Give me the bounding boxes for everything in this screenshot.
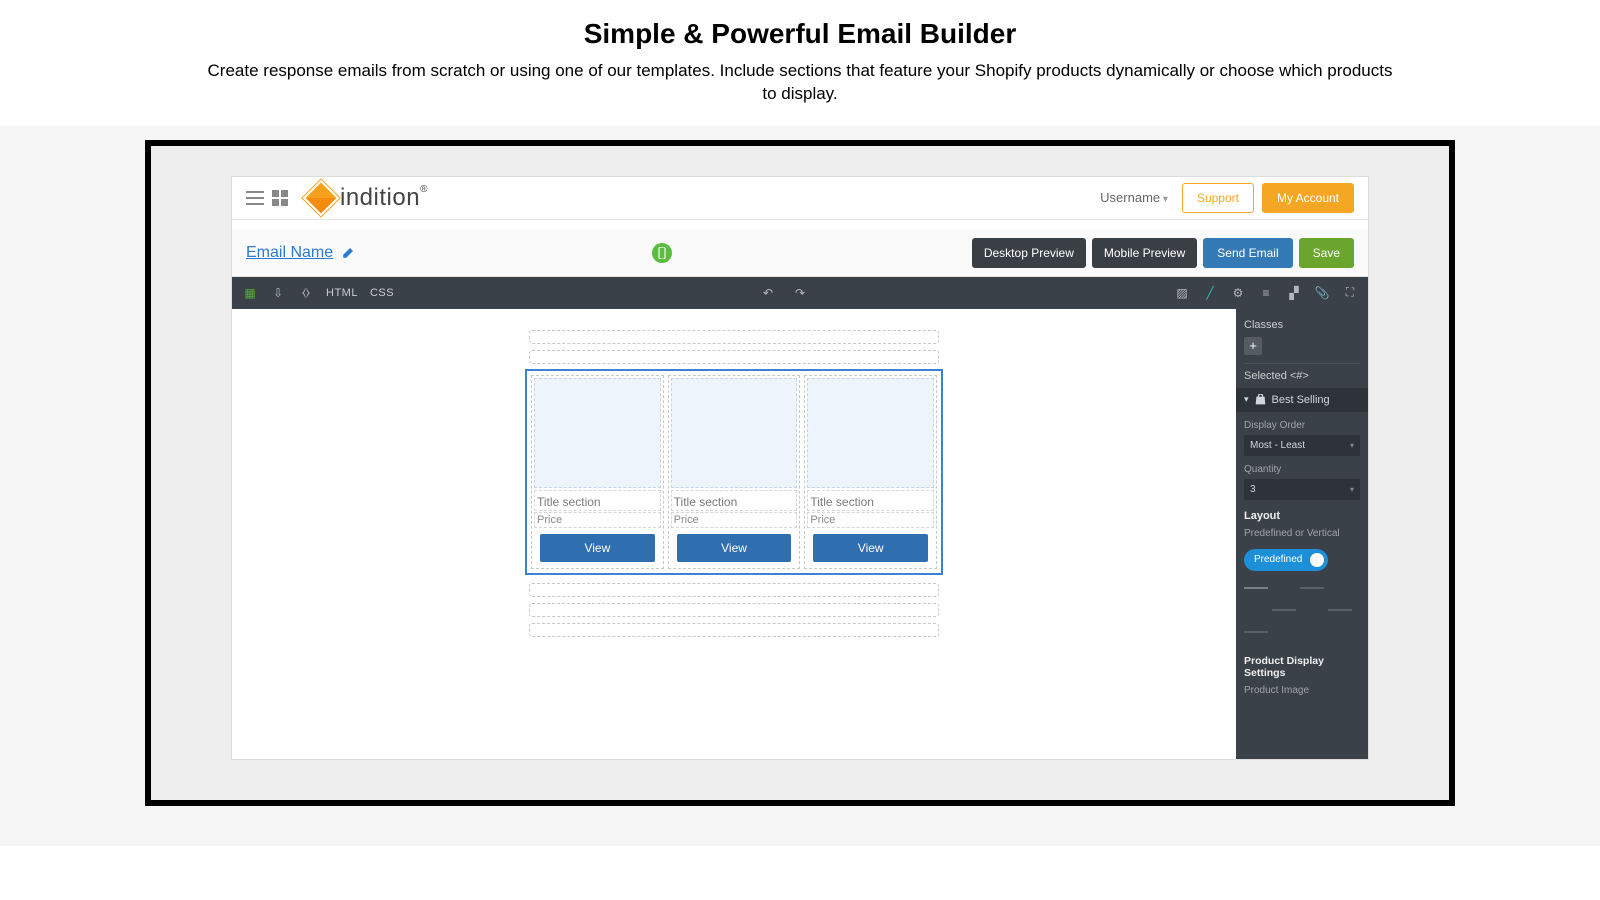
- email-name-text: Email Name: [246, 244, 333, 262]
- shopping-bag-icon: [1255, 394, 1266, 405]
- product-image-placeholder[interactable]: [671, 378, 798, 488]
- app-window: indition® Username Support My Account Em…: [231, 176, 1369, 760]
- grid-tool-icon[interactable]: ▦: [242, 285, 258, 301]
- layout-preset-option[interactable]: [1244, 581, 1268, 599]
- layout-preset-option[interactable]: [1300, 603, 1324, 621]
- placeholder-row[interactable]: [529, 350, 939, 364]
- best-selling-section-header[interactable]: Best Selling: [1236, 388, 1368, 412]
- product-image-placeholder[interactable]: [534, 378, 661, 488]
- product-display-settings-heading: Product Display Settings: [1244, 655, 1360, 679]
- workspace: Title section Price View Title section P…: [232, 309, 1368, 759]
- view-button[interactable]: View: [813, 534, 928, 562]
- topbar: indition® Username Support My Account: [232, 177, 1368, 220]
- view-button[interactable]: View: [540, 534, 655, 562]
- placeholder-row[interactable]: [529, 583, 939, 597]
- product-title[interactable]: Title section: [671, 490, 798, 511]
- product-price[interactable]: Price: [807, 512, 934, 528]
- product-price[interactable]: Price: [671, 512, 798, 528]
- redo-icon[interactable]: ↷: [792, 285, 808, 301]
- product-card[interactable]: Title section Price View: [531, 375, 664, 569]
- classes-label: Classes: [1244, 319, 1360, 331]
- mobile-status-icon[interactable]: [652, 243, 672, 263]
- product-card[interactable]: Title section Price View: [668, 375, 801, 569]
- blocks-icon[interactable]: ▞: [1286, 285, 1302, 301]
- placeholder-row[interactable]: [529, 623, 939, 637]
- quantity-label: Quantity: [1244, 464, 1360, 475]
- view-button[interactable]: View: [677, 534, 792, 562]
- apps-grid-icon[interactable]: [272, 190, 288, 206]
- html-tab[interactable]: HTML: [326, 287, 358, 299]
- layout-preset-option[interactable]: [1328, 581, 1352, 599]
- screenshot-frame: indition® Username Support My Account Em…: [145, 140, 1455, 806]
- toggle-knob: [1310, 553, 1324, 567]
- page-title: Simple & Powerful Email Builder: [40, 18, 1560, 50]
- product-title[interactable]: Title section: [534, 490, 661, 511]
- css-tab[interactable]: CSS: [370, 287, 394, 299]
- list-icon[interactable]: ≡: [1258, 285, 1274, 301]
- section-title: Best Selling: [1272, 394, 1330, 406]
- brush-icon[interactable]: ╱: [1202, 285, 1218, 301]
- attachment-icon[interactable]: 📎: [1314, 285, 1330, 301]
- edit-pencil-icon[interactable]: [341, 247, 353, 259]
- product-title[interactable]: Title section: [807, 490, 934, 511]
- search-code-icon[interactable]: ⧼⧽: [298, 285, 314, 301]
- save-button[interactable]: Save: [1299, 238, 1354, 268]
- brand-name: indition®: [340, 184, 428, 212]
- download-tool-icon[interactable]: ⇩: [270, 285, 286, 301]
- product-image-placeholder[interactable]: [807, 378, 934, 488]
- editor-toolbar: ▦ ⇩ ⧼⧽ HTML CSS ↶ ↷ ▨ ╱ ⚙ ≡ ▞ 📎 ⛶: [232, 277, 1368, 309]
- product-grid-block[interactable]: Title section Price View Title section P…: [525, 369, 943, 575]
- product-price[interactable]: Price: [534, 512, 661, 528]
- display-order-select[interactable]: Most - Least: [1244, 435, 1360, 456]
- product-card[interactable]: Title section Price View: [804, 375, 937, 569]
- my-account-button[interactable]: My Account: [1262, 183, 1354, 213]
- mobile-preview-button[interactable]: Mobile Preview: [1092, 238, 1197, 268]
- image-off-icon[interactable]: ▨: [1174, 285, 1190, 301]
- layout-preset-option[interactable]: [1328, 603, 1352, 621]
- add-class-button[interactable]: +: [1244, 337, 1262, 355]
- layout-preset-option[interactable]: [1272, 581, 1296, 599]
- layout-preset-option[interactable]: [1244, 625, 1268, 643]
- send-email-button[interactable]: Send Email: [1203, 238, 1292, 268]
- properties-panel: Classes + Selected <#> Best Selling Disp…: [1236, 309, 1368, 759]
- username-dropdown[interactable]: Username: [1100, 190, 1168, 205]
- canvas[interactable]: Title section Price View Title section P…: [232, 309, 1236, 759]
- layout-mode-label: Predefined or Vertical: [1244, 528, 1360, 539]
- page-subtitle: Create response emails from scratch or u…: [200, 60, 1400, 106]
- expand-icon[interactable]: ⛶: [1342, 285, 1358, 301]
- placeholder-row[interactable]: [529, 330, 939, 344]
- layout-presets: [1244, 581, 1360, 643]
- layout-heading: Layout: [1244, 510, 1360, 522]
- display-order-label: Display Order: [1244, 420, 1360, 431]
- undo-icon[interactable]: ↶: [760, 285, 776, 301]
- email-name-link[interactable]: Email Name: [246, 244, 353, 262]
- support-button[interactable]: Support: [1182, 183, 1254, 213]
- layout-preset-option[interactable]: [1272, 603, 1296, 621]
- brand-logo: indition®: [308, 184, 428, 212]
- desktop-preview-button[interactable]: Desktop Preview: [972, 238, 1086, 268]
- layout-mode-toggle[interactable]: Predefined: [1244, 549, 1328, 571]
- layout-preset-option[interactable]: [1244, 603, 1268, 621]
- logo-mark-icon: [303, 179, 340, 216]
- product-image-label: Product Image: [1244, 685, 1360, 696]
- gear-icon[interactable]: ⚙: [1230, 285, 1246, 301]
- hamburger-menu-icon[interactable]: [246, 191, 264, 205]
- layout-preset-option[interactable]: [1300, 581, 1324, 599]
- action-bar: Email Name Desktop Preview Mobile Previe…: [232, 230, 1368, 277]
- layout-mode-value: Predefined: [1254, 554, 1302, 565]
- selected-element-label: Selected <#>: [1244, 370, 1360, 382]
- quantity-select[interactable]: 3: [1244, 479, 1360, 500]
- placeholder-row[interactable]: [529, 603, 939, 617]
